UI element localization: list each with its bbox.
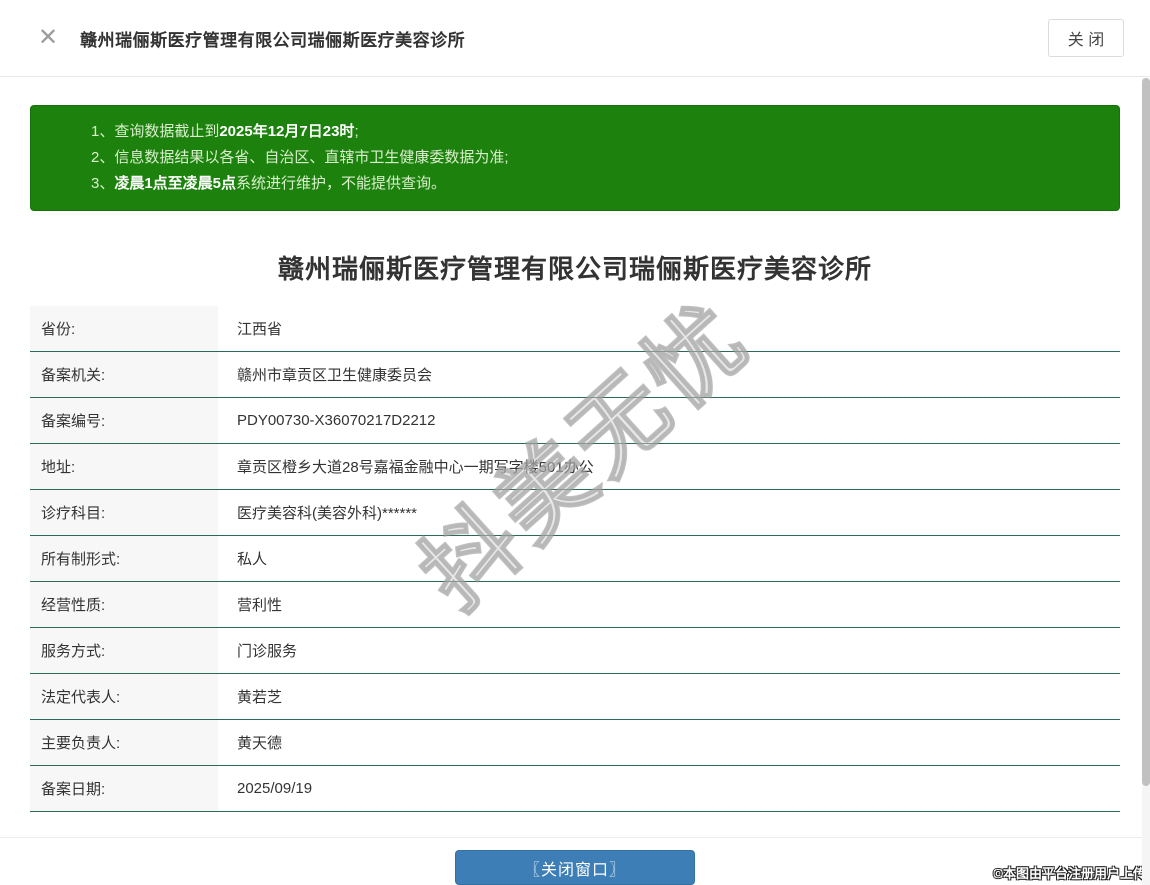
field-value: PDY00730-X36070217D2212 [237, 412, 436, 429]
close-button[interactable]: 关 闭 [1048, 19, 1124, 57]
table-row: 经营性质: 营利性 [30, 582, 1120, 628]
header-title: 赣州瑞俪斯医疗管理有限公司瑞俪斯医疗美容诊所 [80, 30, 466, 50]
modal-header: ✕ 赣州瑞俪斯医疗管理有限公司瑞俪斯医疗美容诊所 关 闭 [0, 0, 1150, 77]
field-label: 备案日期: [30, 766, 218, 811]
field-value: 营利性 [237, 597, 283, 614]
field-value: 江西省 [237, 321, 283, 338]
table-row: 备案日期: 2025/09/19 [30, 766, 1120, 812]
table-row: 地址: 章贡区橙乡大道28号嘉福金融中心一期写字楼501办公 [30, 444, 1120, 490]
field-value: 医疗美容科(美容外科)****** [237, 505, 418, 522]
table-row: 省份: 江西省 [30, 306, 1120, 352]
field-label: 服务方式: [30, 628, 218, 673]
page: ✕ 赣州瑞俪斯医疗管理有限公司瑞俪斯医疗美容诊所 关 闭 1、查询数据截止到20… [0, 0, 1150, 885]
field-value: 私人 [237, 551, 268, 568]
footer-bar: 〖关闭窗口〗 [0, 838, 1150, 885]
field-value: 黄天德 [237, 735, 283, 752]
table-row: 法定代表人: 黄若芝 [30, 674, 1120, 720]
table-row: 服务方式: 门诊服务 [30, 628, 1120, 674]
info-table: 省份: 江西省备案机关: 赣州市章贡区卫生健康委员会备案编号: PDY00730-X3… [30, 306, 1120, 812]
notice-line: 2、信息数据结果以各省、自治区、直辖市卫生健康委数据为准; [91, 149, 509, 166]
field-label: 经营性质: [30, 582, 218, 627]
field-value: 2025/09/19 [237, 780, 313, 797]
field-label: 所有制形式: [30, 536, 218, 581]
table-row: 备案机关: 赣州市章贡区卫生健康委员会 [30, 352, 1120, 398]
field-label: 备案机关: [30, 352, 218, 397]
field-value: 章贡区橙乡大道28号嘉福金融中心一期写字楼501办公 [237, 459, 594, 476]
field-label: 法定代表人: [30, 674, 218, 719]
notice-line: 1、查询数据截止到2025年12月7日23时; [91, 123, 359, 140]
corner-watermark: ©本图由平台注册用户上传 [993, 866, 1146, 881]
table-row: 备案编号: PDY00730-X36070217D2212 [30, 398, 1120, 444]
table-row: 诊疗科目: 医疗美容科(美容外科)****** [30, 490, 1120, 536]
field-label: 主要负责人: [30, 720, 218, 765]
table-row: 所有制形式: 私人 [30, 536, 1120, 582]
field-value: 赣州市章贡区卫生健康委员会 [237, 367, 433, 384]
scrollbar-thumb[interactable] [1142, 78, 1150, 786]
field-label: 省份: [30, 306, 218, 351]
notice-line: 3、凌晨1点至凌晨5点系统进行维护，不能提供查询。 [91, 175, 447, 192]
field-label: 地址: [30, 444, 218, 489]
close-window-button[interactable]: 〖关闭窗口〗 [455, 850, 695, 885]
notice-box: 1、查询数据截止到2025年12月7日23时; 2、信息数据结果以各省、自治区、直… [30, 105, 1120, 211]
page-title: 赣州瑞俪斯医疗管理有限公司瑞俪斯医疗美容诊所 [277, 254, 872, 284]
field-label: 备案编号: [30, 398, 218, 443]
close-x-icon[interactable]: ✕ [38, 26, 58, 50]
field-value: 门诊服务 [237, 643, 298, 660]
field-label: 诊疗科目: [30, 490, 218, 535]
table-row: 主要负责人: 黄天德 [30, 720, 1120, 766]
field-value: 黄若芝 [237, 689, 283, 706]
scrollbar[interactable] [1142, 78, 1150, 885]
